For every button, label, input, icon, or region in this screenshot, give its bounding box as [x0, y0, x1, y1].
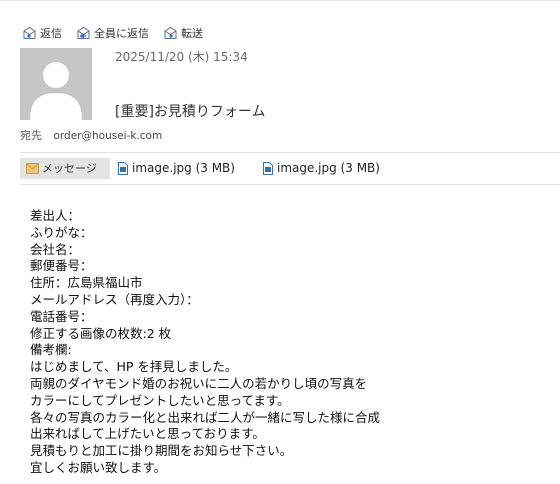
body-line: 備考欄: — [30, 342, 72, 358]
message-body: 差出人： ふりがな： 会社名： 郵便番号： 住所：広島県福山市 メールアドレス（… — [30, 208, 550, 477]
message-toolbar: 返信 全員に返信 転送 — [22, 24, 203, 42]
attachment-file-name: image.jpg (3 MB) — [132, 161, 235, 175]
body-line: 住所：広島県福山市 — [30, 275, 143, 291]
body-line: 宜しくお願い致します。 — [30, 459, 167, 475]
reply-all-label: 全員に返信 — [94, 27, 149, 40]
body-line: ふりがな： — [30, 224, 93, 240]
attachment-file-name: image.jpg (3 MB) — [276, 161, 380, 175]
image-file-icon — [262, 161, 273, 175]
message-subject: [重要]お見積りフォーム — [115, 104, 266, 120]
sent-date: 2025/11/20 (木) 15:34 — [115, 50, 248, 64]
recipient-address[interactable]: order@housei-k.com — [54, 130, 163, 142]
forward-button[interactable]: 転送 — [163, 25, 203, 41]
reply-all-icon — [77, 26, 90, 39]
body-line: 修正する画像の枚数:2 枚 — [30, 325, 172, 341]
forward-label: 転送 — [181, 27, 203, 40]
recipient-row: 宛先 order@housei-k.com — [20, 127, 162, 143]
header-divider — [20, 152, 560, 153]
attachment-file[interactable]: image.jpg (3 MB) — [118, 161, 235, 175]
reply-all-button[interactable]: 全員に返信 — [76, 25, 149, 41]
person-icon — [20, 48, 92, 120]
attachment-file[interactable]: image.jpg (3 MB) — [262, 161, 380, 175]
sender-avatar — [20, 48, 92, 120]
message-tab[interactable]: メッセージ — [20, 157, 110, 179]
body-line: 差出人： — [30, 208, 81, 223]
message-tab-label: メッセージ — [42, 162, 97, 175]
body-line: 電話番号： — [30, 308, 93, 324]
body-line: メールアドレス（再度入力）： — [30, 291, 199, 307]
image-file-icon — [118, 161, 128, 175]
body-line: 各々の写真のカラー化と出来れば二人が一緒に写した様に合成 — [30, 409, 381, 425]
top-divider — [0, 0, 560, 1]
body-line: 会社名： — [30, 241, 81, 257]
reply-label: 返信 — [40, 27, 62, 40]
recipient-label: 宛先 — [20, 129, 42, 142]
body-line: 郵便番号： — [30, 258, 93, 274]
body-line: 見積もりと加工に掛り期間をお知らせ下さい。 — [30, 443, 293, 459]
body-line: はじめまして、HP を拝見しました。 — [30, 359, 238, 375]
attachment-divider — [20, 184, 560, 185]
forward-icon — [164, 26, 177, 39]
attachment-bar: メッセージ image.jpg (3 MB) image.jpg (3 MB) — [20, 157, 380, 179]
reply-icon — [23, 26, 36, 39]
body-line: カラーにしてプレゼントしたいと思ってます。 — [30, 392, 290, 408]
body-line: 出来ればして上げたいと思っております。 — [30, 426, 265, 442]
reply-button[interactable]: 返信 — [22, 25, 62, 41]
body-line: 両親のダイヤモンド婚のお祝いに二人の若かりし頃の写真を — [30, 375, 368, 391]
envelope-icon — [26, 162, 39, 174]
